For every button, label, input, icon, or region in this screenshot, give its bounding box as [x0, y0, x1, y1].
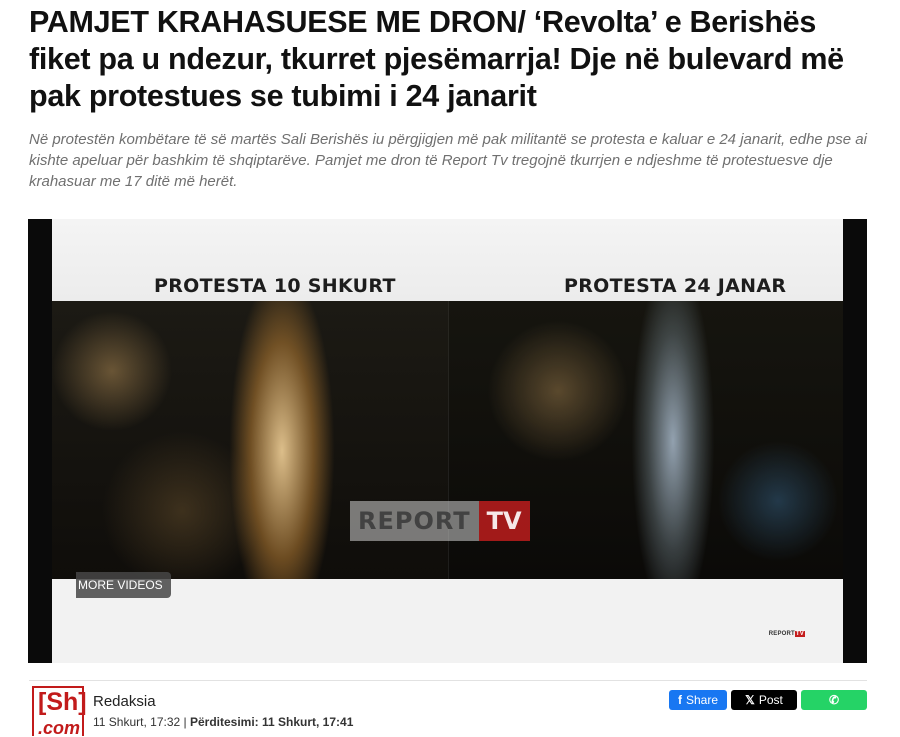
corner-logo-report: REPORT [768, 631, 795, 637]
report-tv-watermark: REPORT TV [350, 501, 530, 541]
publish-meta: 11 Shkurt, 17:32 | Përditesimi: 11 Shkur… [93, 715, 353, 729]
corner-report-logo: REPORTTV [769, 631, 805, 637]
article: PAMJET KRAHASUESE ME DRON/ ‘Revolta’ e B… [29, 0, 869, 192]
caption-left: PROTESTA 10 SHKURT [154, 275, 396, 297]
byline-divider [29, 680, 867, 681]
updated-date: Përditesimi: 11 Shkurt, 17:41 [189, 715, 354, 729]
more-videos-button[interactable]: MORE VIDEOS [76, 572, 171, 598]
author-name[interactable]: Redaksia [93, 693, 156, 710]
x-post-button[interactable]: 𝕏 Post [731, 690, 797, 710]
whatsapp-share-button[interactable]: ✆ [801, 690, 867, 710]
facebook-share-label: Share [685, 693, 719, 707]
watermark-report-text: REPORT [350, 501, 479, 541]
video-frame[interactable]: PROTESTA 10 SHKURT PROTESTA 24 JANAR REP… [52, 219, 843, 663]
whatsapp-icon: ✆ [828, 693, 840, 707]
watermark-tv-text: TV [478, 501, 530, 541]
facebook-icon: f [677, 693, 682, 707]
logo-com-text: .com [38, 718, 81, 737]
x-post-label: Post [758, 693, 783, 707]
logo-sh-text: [Sh] [38, 688, 87, 716]
publish-date: 11 Shkurt, 17:32 [93, 715, 181, 729]
meta-separator: | [180, 715, 190, 729]
article-lead: Në protestën kombëtare të së martës Sali… [29, 131, 867, 190]
video-player[interactable]: PROTESTA 10 SHKURT PROTESTA 24 JANAR REP… [28, 219, 867, 663]
x-icon: 𝕏 [745, 693, 755, 707]
facebook-share-button[interactable]: f Share [669, 690, 727, 710]
caption-right: PROTESTA 24 JANAR [564, 275, 787, 297]
corner-logo-tv: TV [794, 631, 805, 637]
sh-com-logo[interactable]: [Sh] .com [32, 686, 87, 737]
byline: [Sh] .com Redaksia 11 Shkurt, 17:32 | Pë… [29, 684, 869, 737]
article-headline: PAMJET KRAHASUESE ME DRON/ ‘Revolta’ e B… [29, 5, 844, 113]
